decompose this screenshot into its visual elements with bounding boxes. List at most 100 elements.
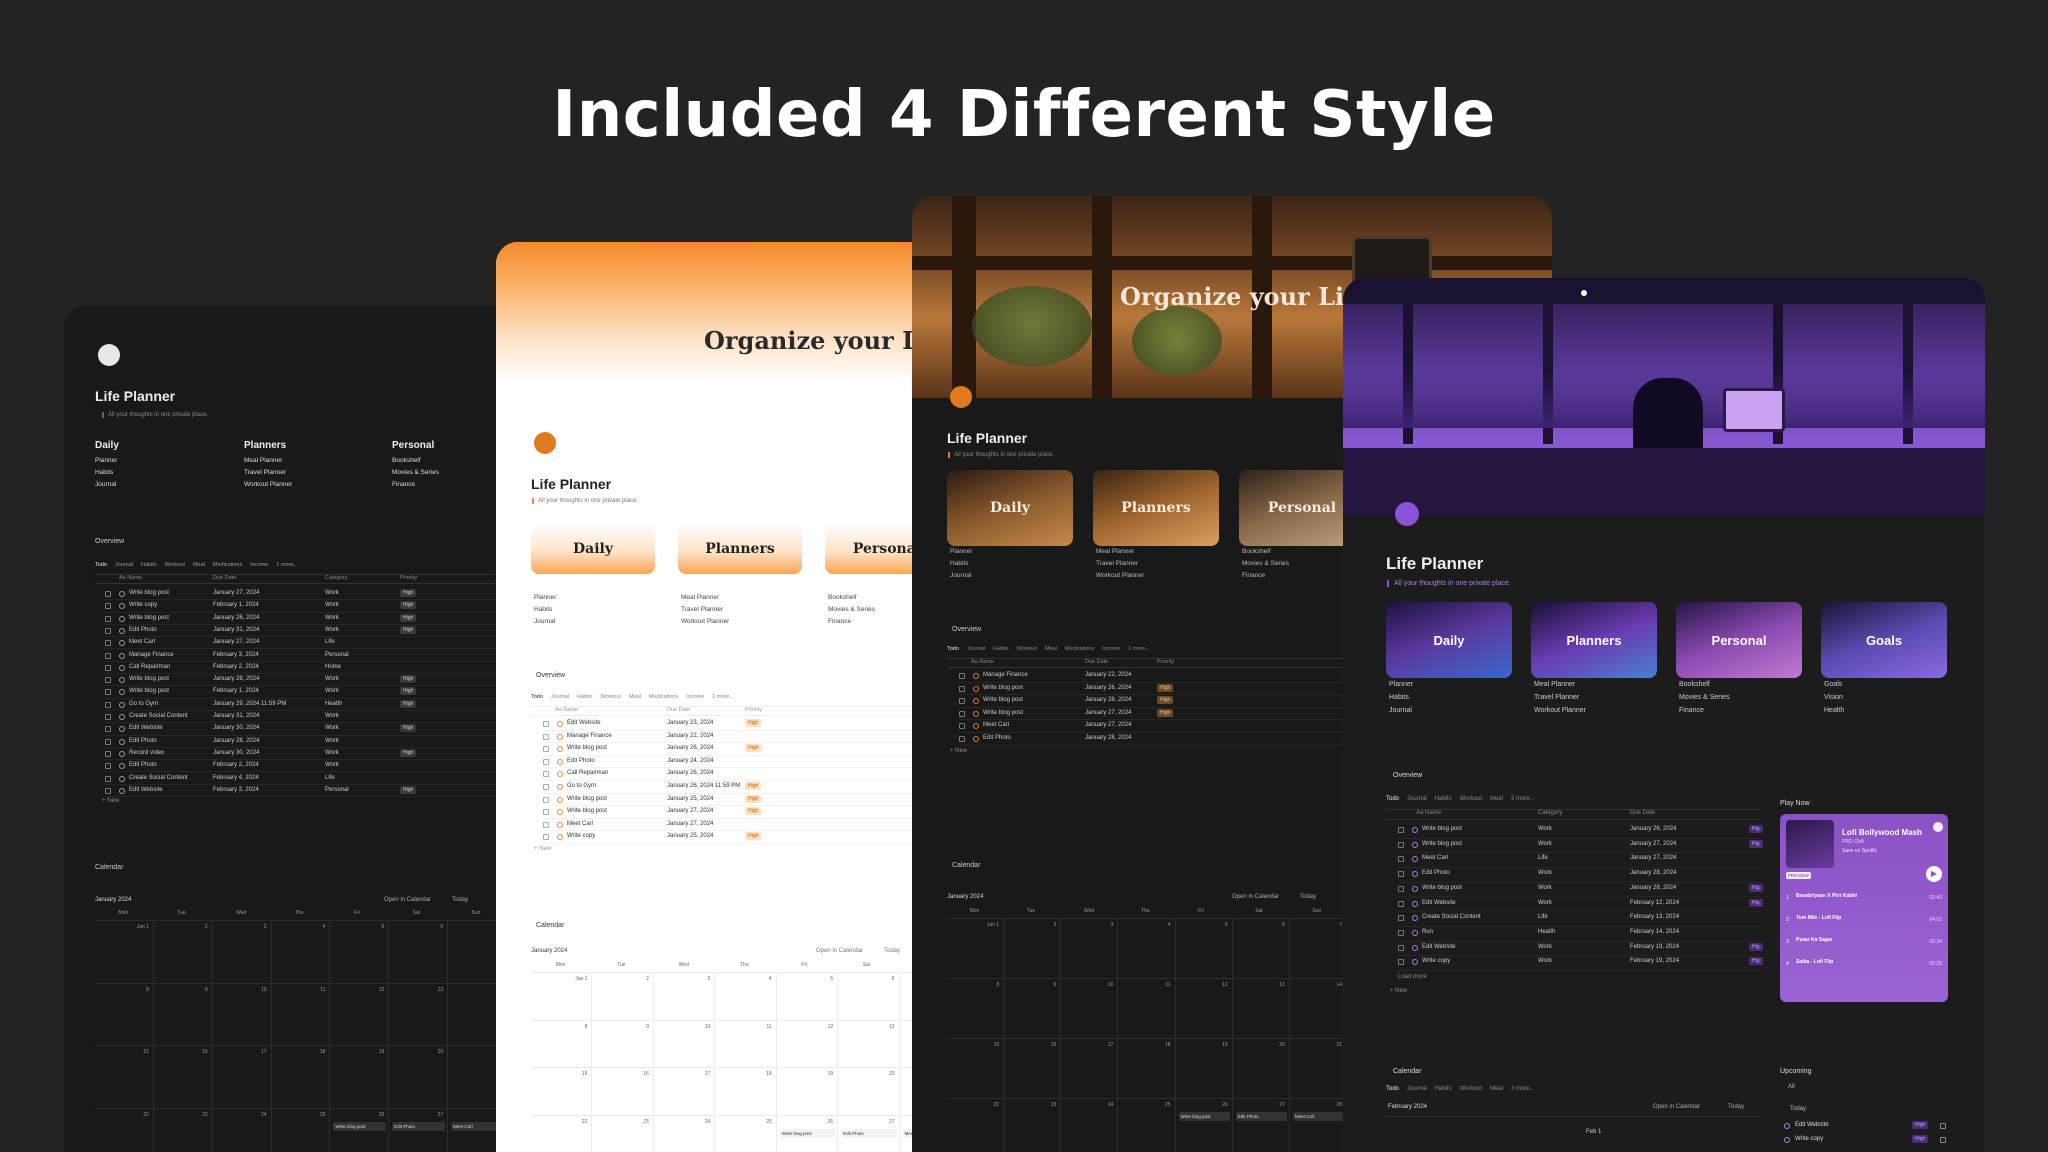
track-row[interactable]: 1 Besabriyaan X Phir Kabhi 02:43: [1786, 890, 1942, 910]
row-checkbox[interactable]: [105, 787, 111, 794]
calendar-day-cell[interactable]: 4: [715, 972, 777, 1020]
today-button[interactable]: Today: [884, 948, 900, 954]
link-habits[interactable]: Habits: [1389, 694, 1413, 701]
tab-meal[interactable]: Meal: [1045, 646, 1057, 652]
calendar-day-cell[interactable]: 16: [153, 1045, 213, 1108]
calendar-day-cell[interactable]: 15: [531, 1067, 593, 1115]
calendar-day-cell[interactable]: 17: [1061, 1038, 1119, 1098]
row-checkbox[interactable]: [105, 763, 111, 770]
row-name[interactable]: Edit Website: [129, 725, 163, 731]
table-row[interactable]: Write blog post January 26, 2024 Work High: [105, 613, 505, 625]
new-row-button[interactable]: + New: [1390, 988, 1407, 994]
row-name[interactable]: Create Social Content: [129, 775, 188, 781]
link-finance[interactable]: Finance: [1242, 572, 1289, 579]
calendar-day-cell[interactable]: 10: [1061, 978, 1119, 1038]
row-name[interactable]: Run: [1422, 929, 1433, 935]
section-planners[interactable]: Planners Meal Planner Travel Planner Wor…: [244, 440, 292, 493]
row-checkbox[interactable]: [1940, 1137, 1946, 1143]
link-journal[interactable]: Journal: [534, 618, 556, 625]
table-row[interactable]: Edit Photo January 31, 2024 Work High: [105, 625, 505, 638]
calendar-day-cell[interactable]: 8: [531, 1019, 593, 1067]
row-name[interactable]: Call Repairman: [129, 664, 170, 670]
link-journal[interactable]: Journal: [950, 572, 972, 579]
tab-journal[interactable]: Journal: [967, 646, 985, 652]
calendar-day-cell[interactable]: 28: [1289, 1098, 1347, 1152]
calendar-day-cell[interactable]: 3: [1061, 918, 1119, 978]
calendar-day-cell[interactable]: 26: [1175, 1098, 1233, 1152]
link-habits[interactable]: Habits: [534, 606, 556, 613]
row-checkbox[interactable]: [1398, 944, 1404, 951]
table-row[interactable]: Write blog post January 28, 2024 High: [959, 695, 1359, 708]
link-vision[interactable]: Vision: [1824, 694, 1844, 701]
row-checkbox[interactable]: [543, 771, 549, 778]
calendar-day-cell[interactable]: Jan 1: [95, 920, 154, 983]
load-more-button[interactable]: Load more: [1398, 974, 1427, 980]
calendar-day-cell[interactable]: 19: [1175, 1038, 1233, 1098]
row-name[interactable]: Manage Finance: [567, 733, 612, 739]
table-row[interactable]: Create Social Content February 4, 2024 Lif…: [105, 773, 505, 785]
tab-more[interactable]: 1 more...: [1128, 646, 1150, 652]
link-workout-planner[interactable]: Workout Planner: [244, 481, 292, 488]
row-checkbox[interactable]: [105, 775, 111, 782]
table-row[interactable]: Record video January 30, 2024 Work High: [105, 748, 505, 761]
link-finance[interactable]: Finance: [1679, 707, 1730, 714]
row-name[interactable]: Write blog post: [983, 685, 1023, 691]
calendar-day-cell[interactable]: 5: [330, 920, 390, 983]
table-row[interactable]: Edit Website January 23, 2024 High: [543, 718, 943, 731]
calendar-day-cell[interactable]: 9: [153, 982, 213, 1045]
tab-more[interactable]: 1 more...: [712, 694, 734, 700]
row-checkbox[interactable]: [543, 834, 549, 841]
spotify-player[interactable]: Lofi Bollywood Mash PRD Chill Save on Sp…: [1780, 814, 1948, 1002]
tab-todo[interactable]: Todo: [947, 646, 959, 652]
row-checkbox[interactable]: [959, 710, 965, 717]
row-checkbox[interactable]: [543, 758, 549, 765]
calendar-event[interactable]: Meet Carl: [1292, 1112, 1344, 1121]
row-name[interactable]: Write blog post: [1422, 885, 1462, 891]
calendar-day-cell[interactable]: 11: [1118, 978, 1176, 1038]
calendar-day-cell[interactable]: 5: [1175, 918, 1233, 978]
tab-income[interactable]: Income: [250, 562, 268, 568]
section-personal[interactable]: Personal Bookshelf Movies & Series Finan…: [392, 440, 439, 493]
calendar-event[interactable]: Write blog post: [1178, 1112, 1230, 1121]
row-name[interactable]: Meet Carl: [983, 722, 1009, 728]
link-finance[interactable]: Finance: [828, 618, 875, 625]
calendar-day-cell[interactable]: 12: [776, 1019, 839, 1067]
table-row[interactable]: Edit Photo January 24, 2024: [543, 756, 943, 769]
card-personal[interactable]: Personal: [1676, 602, 1802, 678]
row-name[interactable]: Edit Website: [1422, 944, 1456, 950]
row-checkbox[interactable]: [959, 685, 965, 692]
row-checkbox[interactable]: [543, 784, 549, 790]
row-name[interactable]: Create Social Content: [129, 713, 188, 719]
row-name[interactable]: Meet Carl: [1422, 855, 1448, 861]
today-button[interactable]: Today: [452, 897, 468, 903]
table-row[interactable]: Write blog post February 1, 2024 Work High: [105, 686, 505, 699]
row-checkbox[interactable]: [543, 746, 549, 753]
calendar-day-cell[interactable]: 13: [389, 982, 449, 1045]
table-row[interactable]: Meet Carl January 27, 2024: [959, 720, 1359, 733]
row-name[interactable]: Manage Finance: [129, 652, 174, 658]
calendar-day-cell[interactable]: 23: [153, 1107, 213, 1152]
link-meal-planner[interactable]: Meal Planner: [1096, 548, 1144, 555]
calendar-event[interactable]: Write blog post: [333, 1121, 387, 1131]
link-workout-planner[interactable]: Workout Planner: [1096, 572, 1144, 579]
tab-journal[interactable]: Journal: [551, 694, 569, 700]
calendar-day-cell[interactable]: 10: [212, 982, 272, 1045]
tab-workout[interactable]: Workout: [1017, 646, 1037, 652]
tab-meal[interactable]: Meal: [1490, 796, 1503, 802]
calendar-day-cell[interactable]: Jan 1: [947, 918, 1005, 978]
cal-tab-workout[interactable]: Workout: [1460, 1086, 1482, 1092]
calendar-day-cell[interactable]: 18: [715, 1067, 777, 1115]
upcoming-filter-all[interactable]: All: [1788, 1084, 1795, 1090]
table-row[interactable]: Edit Website January 30, 2024 Work High: [105, 723, 505, 736]
link-journal[interactable]: Journal: [95, 481, 119, 488]
table-row[interactable]: Go to Gym January 29, 2024 11:59 PM Health…: [105, 699, 505, 711]
calendar-day-cell[interactable]: 24: [212, 1107, 272, 1152]
link-workout-planner[interactable]: Workout Planner: [681, 618, 729, 625]
new-row-button[interactable]: + New: [102, 798, 119, 804]
tab-todo[interactable]: Todo: [531, 694, 543, 700]
row-checkbox[interactable]: [1398, 959, 1404, 966]
calendar-day-cell[interactable]: 6: [1232, 918, 1290, 978]
calendar-day-cell[interactable]: Jan 1: [531, 972, 593, 1020]
table-row[interactable]: Write blog post January 28, 2024 Work Hig: [1398, 883, 1763, 898]
row-checkbox[interactable]: [1398, 856, 1404, 863]
